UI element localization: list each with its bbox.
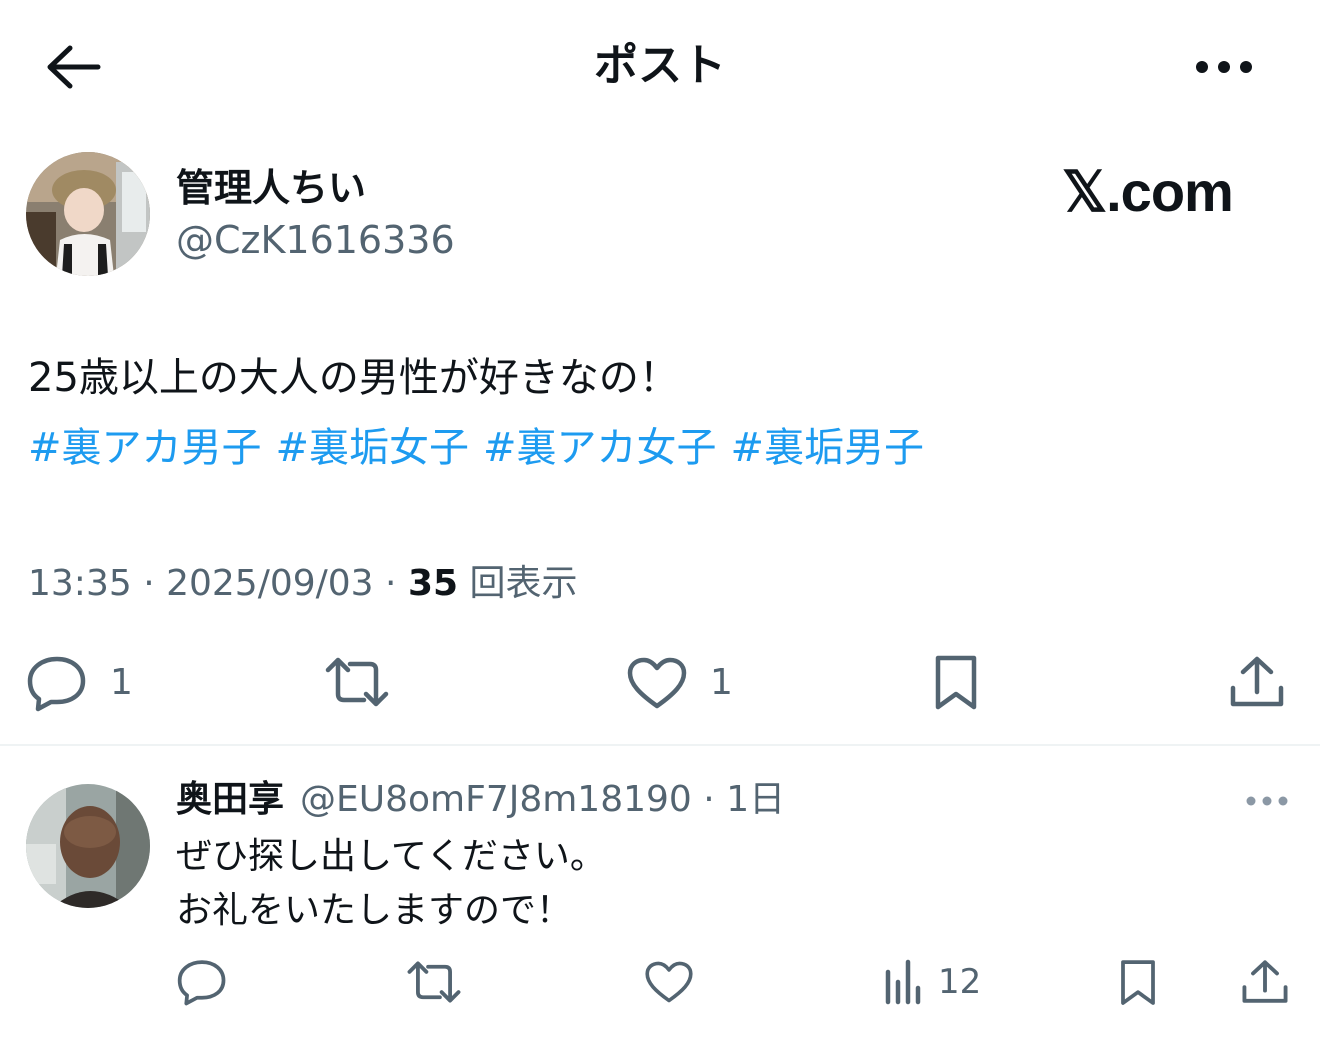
post-text: 25歳以上の大人の男性が好きなの！ bbox=[28, 355, 679, 401]
repost-button[interactable] bbox=[324, 656, 390, 708]
reply-header: 奥田享 @EU8omF7J8m18190 · 1日 bbox=[176, 779, 786, 820]
reply-author-avatar[interactable] bbox=[26, 784, 150, 908]
bookmark-button[interactable] bbox=[932, 654, 980, 712]
heart-icon bbox=[627, 657, 687, 709]
like-count: 1 bbox=[710, 662, 733, 703]
views-count: 35 bbox=[407, 563, 459, 604]
reply-icon bbox=[27, 656, 86, 712]
post-date: 2025/09/03 bbox=[166, 563, 374, 604]
reply-author-name[interactable]: 奥田享 bbox=[176, 779, 284, 820]
author-avatar[interactable] bbox=[26, 152, 150, 276]
reply-button[interactable]: 1 bbox=[26, 654, 133, 712]
reply-like-button[interactable] bbox=[644, 960, 694, 1004]
divider bbox=[0, 744, 1320, 746]
hashtag-link[interactable]: #裏垢男子 bbox=[731, 425, 925, 471]
bookmark-icon bbox=[1121, 960, 1155, 1005]
reply-reply-button[interactable] bbox=[176, 958, 228, 1006]
repost-icon bbox=[325, 657, 389, 707]
share-icon bbox=[1242, 960, 1288, 1003]
author-name[interactable]: 管理人ちい bbox=[176, 164, 366, 212]
share-button[interactable] bbox=[1228, 654, 1286, 710]
reply-share-button[interactable] bbox=[1240, 958, 1290, 1006]
author-handle[interactable]: @CzK1616336 bbox=[176, 216, 455, 264]
post-time: 13:35 bbox=[28, 563, 132, 604]
more-horizontal-icon bbox=[1246, 796, 1288, 806]
hashtag-link[interactable]: #裏アカ男子 bbox=[28, 425, 262, 471]
hashtag-link[interactable]: #裏垢女子 bbox=[276, 425, 470, 471]
reply-bookmark-button[interactable] bbox=[1118, 958, 1158, 1008]
reply-count: 1 bbox=[110, 662, 133, 703]
reply-views-count: 12 bbox=[938, 962, 982, 1002]
more-button[interactable] bbox=[1190, 50, 1260, 84]
analytics-icon bbox=[885, 959, 921, 1005]
more-horizontal-icon bbox=[1196, 61, 1252, 73]
repost-icon bbox=[407, 961, 461, 1003]
reply-text-line: お礼をいたしますので！ bbox=[176, 890, 573, 931]
post-meta: 13:35 · 2025/09/03 · 35 回表示 bbox=[28, 563, 578, 604]
reply-text: ぜひ探し出してください。 お礼をいたしますので！ bbox=[176, 830, 606, 938]
reply-repost-button[interactable] bbox=[406, 960, 462, 1004]
watermark-logo: 𝕏.com bbox=[1062, 160, 1234, 223]
page-title: ポスト bbox=[594, 40, 726, 91]
views-label[interactable]: 回表示 bbox=[470, 563, 578, 604]
reply-views-button[interactable]: 12 bbox=[882, 958, 981, 1006]
reply-more-button[interactable] bbox=[1244, 790, 1290, 812]
reply-age[interactable]: 1日 bbox=[726, 779, 785, 820]
heart-icon bbox=[645, 961, 693, 1003]
reply-author-handle[interactable]: @EU8omF7J8m18190 bbox=[300, 779, 692, 820]
bookmark-icon bbox=[935, 655, 977, 710]
like-button[interactable]: 1 bbox=[626, 656, 733, 710]
share-icon bbox=[1230, 656, 1284, 707]
hashtag-link[interactable]: #裏アカ女子 bbox=[483, 425, 717, 471]
reply-text-line: ぜひ探し出してください。 bbox=[176, 836, 606, 877]
reply-icon bbox=[177, 960, 226, 1006]
hashtag-list: #裏アカ男子 #裏垢女子 #裏アカ女子 #裏垢男子 bbox=[28, 418, 938, 478]
